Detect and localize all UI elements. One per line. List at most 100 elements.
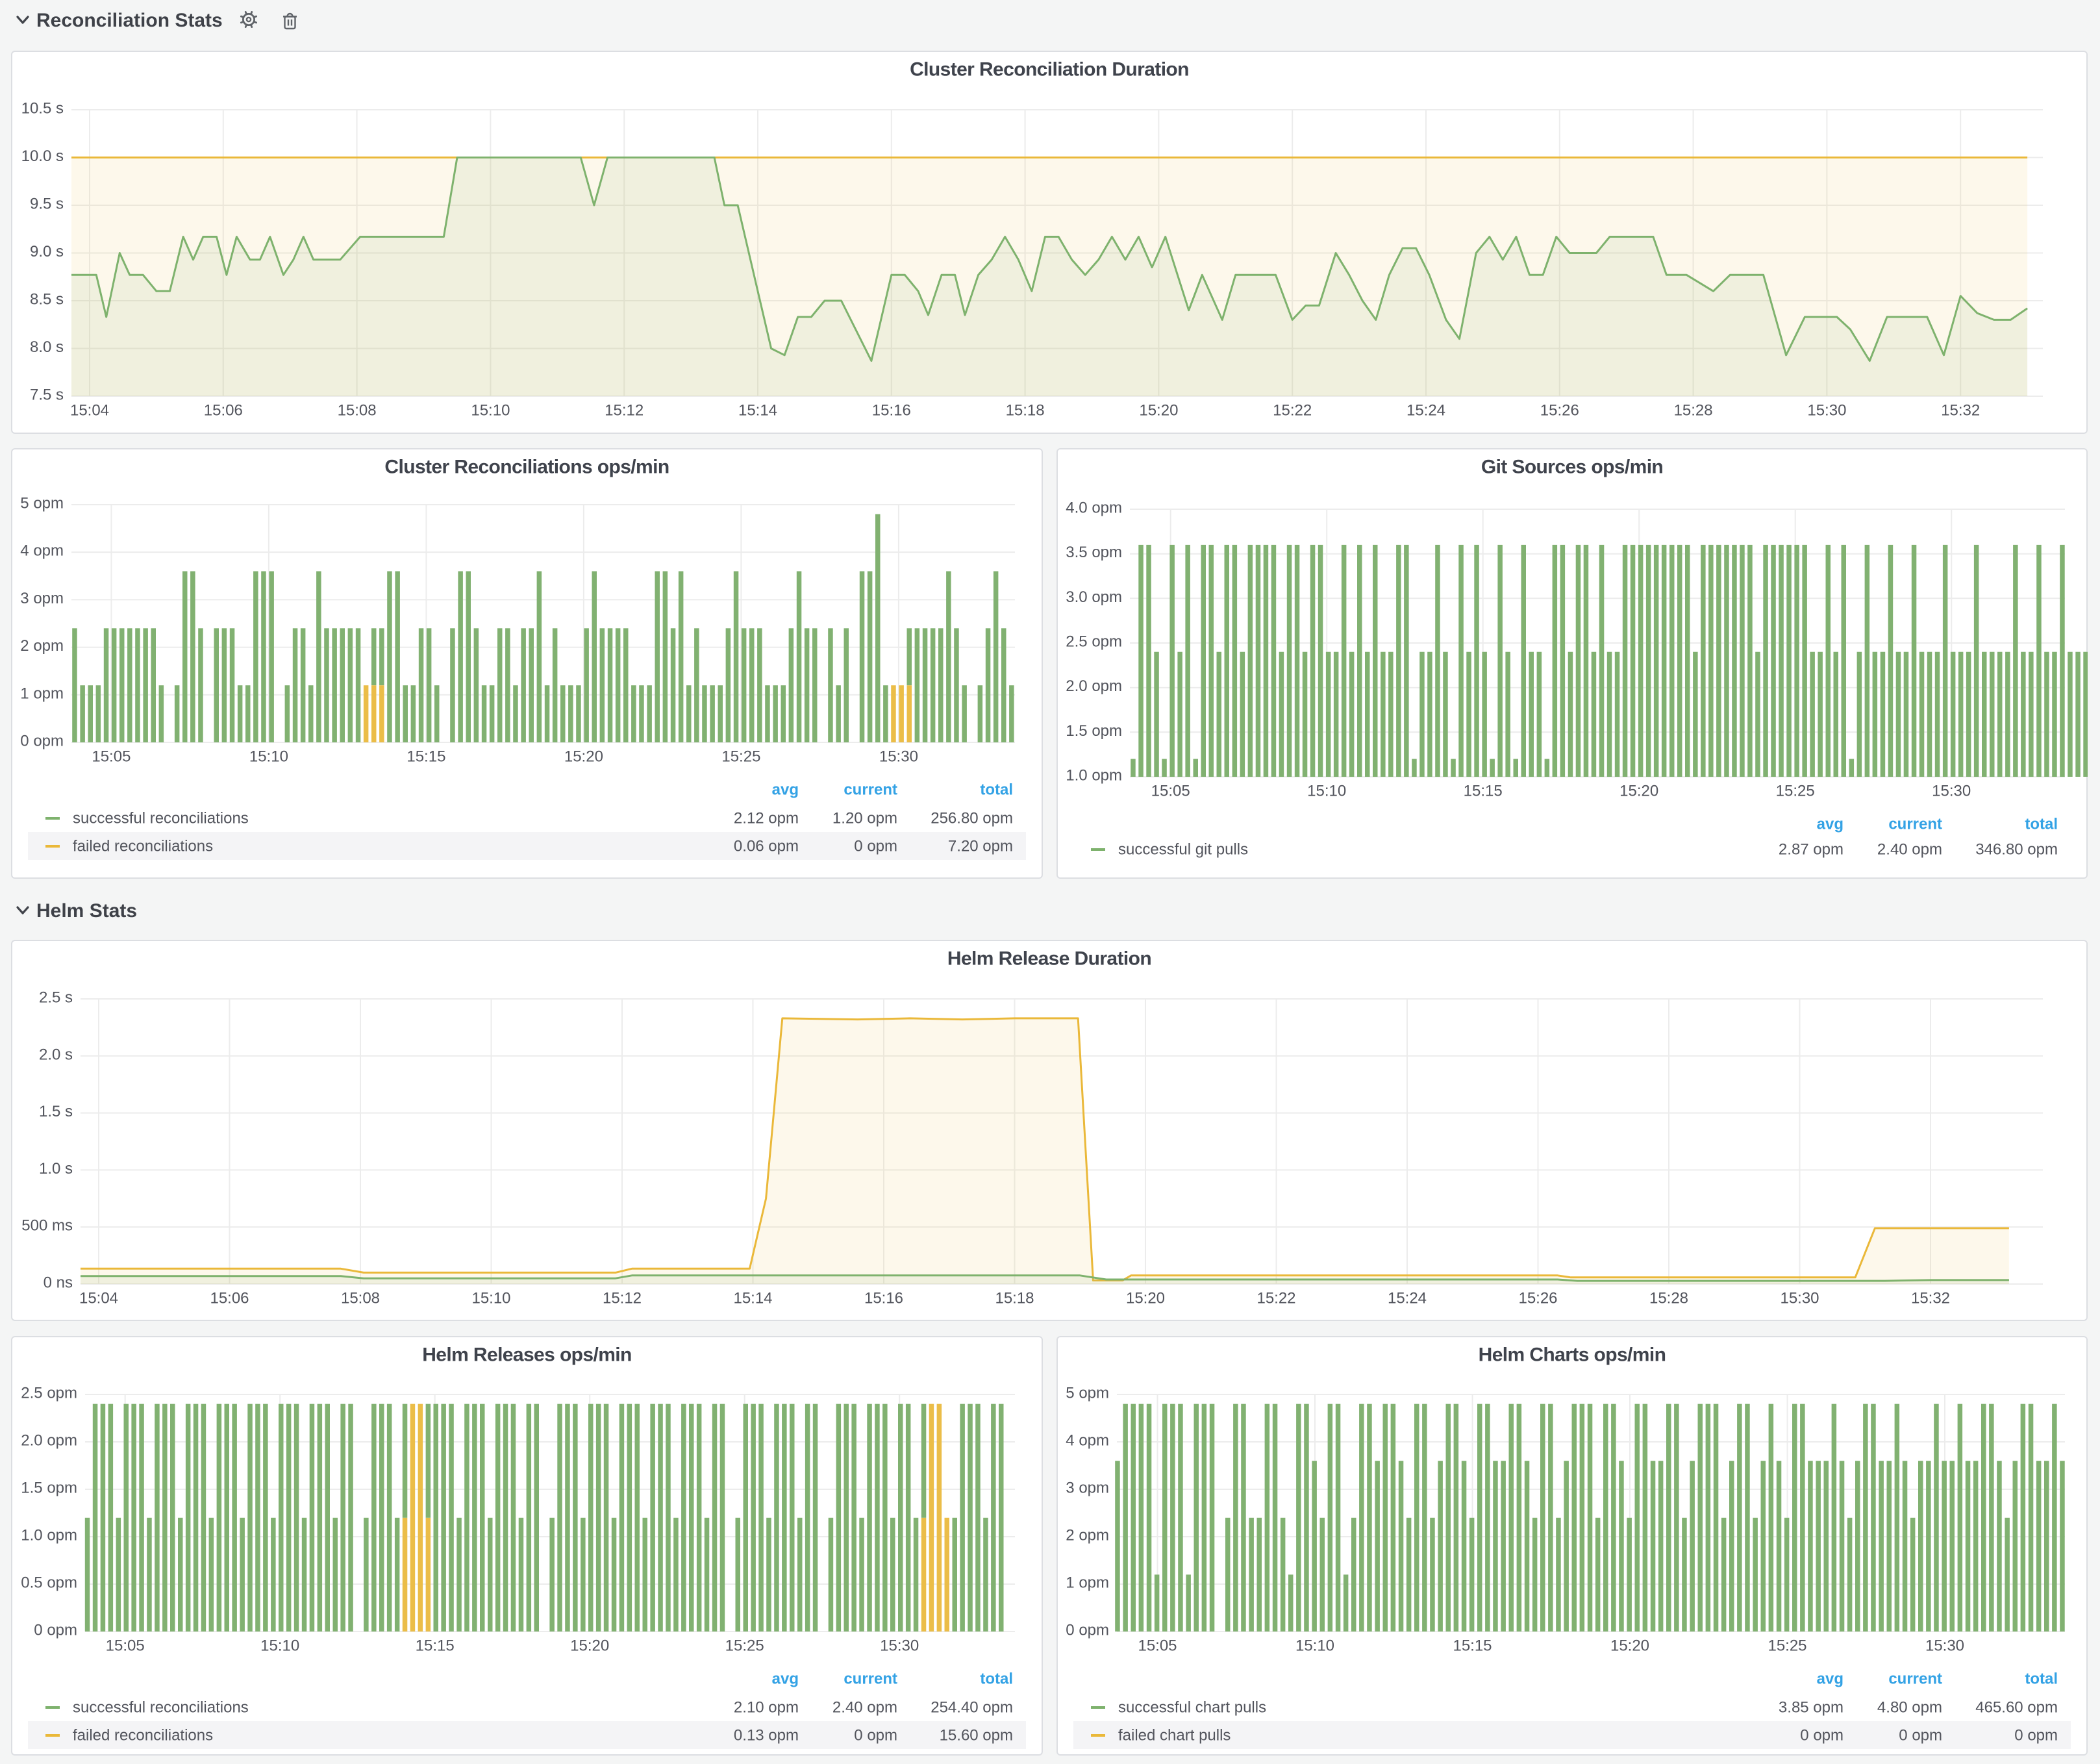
svg-text:15:05: 15:05 <box>92 748 131 766</box>
svg-text:256.80 opm: 256.80 opm <box>931 810 1013 827</box>
svg-text:avg: avg <box>772 1670 799 1688</box>
svg-text:total: total <box>980 1670 1013 1688</box>
svg-text:current: current <box>844 1670 897 1688</box>
svg-text:15:25: 15:25 <box>721 748 760 766</box>
svg-text:3 opm: 3 opm <box>20 590 64 607</box>
svg-text:15:10: 15:10 <box>471 1290 510 1307</box>
svg-text:15:12: 15:12 <box>603 1290 642 1307</box>
svg-text:Git Sources ops/min: Git Sources ops/min <box>1481 457 1663 478</box>
svg-text:15:24: 15:24 <box>1406 402 1445 420</box>
svg-text:15:05: 15:05 <box>106 1637 145 1655</box>
svg-text:15:10: 15:10 <box>260 1637 299 1655</box>
svg-text:15:06: 15:06 <box>204 402 243 420</box>
svg-text:15:15: 15:15 <box>406 748 445 766</box>
svg-text:346.80 opm: 346.80 opm <box>1975 841 2058 859</box>
svg-text:15:22: 15:22 <box>1273 402 1312 420</box>
svg-text:4.0 opm: 4.0 opm <box>1066 499 1122 517</box>
svg-text:2.5 s: 2.5 s <box>39 989 73 1007</box>
svg-text:15:32: 15:32 <box>1911 1290 1950 1307</box>
svg-text:current: current <box>1888 1670 1942 1688</box>
svg-text:15:04: 15:04 <box>79 1290 118 1307</box>
svg-text:Helm Releases ops/min: Helm Releases ops/min <box>422 1344 632 1366</box>
svg-text:Cluster Reconciliation Duratio: Cluster Reconciliation Duration <box>910 59 1189 81</box>
svg-text:total: total <box>2025 1670 2058 1688</box>
svg-text:15:08: 15:08 <box>338 402 377 420</box>
svg-text:1.5 opm: 1.5 opm <box>1066 722 1122 740</box>
svg-text:1.0 s: 1.0 s <box>39 1160 73 1178</box>
svg-text:254.40 opm: 254.40 opm <box>931 1699 1013 1717</box>
svg-text:0.5 opm: 0.5 opm <box>21 1574 77 1592</box>
svg-text:failed reconciliations: failed reconciliations <box>73 1727 213 1745</box>
svg-text:15:30: 15:30 <box>1780 1290 1819 1307</box>
svg-text:15:10: 15:10 <box>1307 783 1346 800</box>
svg-text:total: total <box>980 781 1013 799</box>
svg-text:0 opm: 0 opm <box>1066 1622 1109 1639</box>
svg-text:0 opm: 0 opm <box>34 1622 77 1639</box>
svg-text:15:15: 15:15 <box>416 1637 455 1655</box>
svg-text:3 opm: 3 opm <box>1066 1480 1109 1497</box>
svg-text:successful reconciliations: successful reconciliations <box>73 1699 249 1717</box>
svg-text:2.0 s: 2.0 s <box>39 1046 73 1063</box>
svg-text:2.40 opm: 2.40 opm <box>1877 841 1942 859</box>
svg-text:5 opm: 5 opm <box>1066 1385 1109 1402</box>
svg-text:2.12 opm: 2.12 opm <box>734 810 799 827</box>
svg-text:15:25: 15:25 <box>1776 783 1815 800</box>
svg-text:15:18: 15:18 <box>1006 402 1045 420</box>
svg-text:9.0 s: 9.0 s <box>30 243 64 260</box>
svg-text:0 opm: 0 opm <box>1899 1727 1942 1745</box>
svg-text:15:30: 15:30 <box>1932 783 1971 800</box>
svg-text:15:22: 15:22 <box>1256 1290 1295 1307</box>
svg-text:15:12: 15:12 <box>605 402 644 420</box>
svg-text:15:06: 15:06 <box>210 1290 249 1307</box>
svg-text:2.5 opm: 2.5 opm <box>1066 633 1122 651</box>
svg-text:15:08: 15:08 <box>341 1290 380 1307</box>
svg-text:15:05: 15:05 <box>1138 1637 1177 1655</box>
svg-text:1.5 s: 1.5 s <box>39 1103 73 1120</box>
svg-text:15:10: 15:10 <box>1295 1637 1334 1655</box>
svg-text:3.85 opm: 3.85 opm <box>1779 1699 1844 1717</box>
svg-text:15:30: 15:30 <box>880 1637 919 1655</box>
svg-text:15:32: 15:32 <box>1941 402 1980 420</box>
svg-text:successful chart pulls: successful chart pulls <box>1118 1699 1266 1717</box>
svg-text:1.5 opm: 1.5 opm <box>21 1480 77 1497</box>
svg-text:3.0 opm: 3.0 opm <box>1066 588 1122 606</box>
svg-text:avg: avg <box>772 781 799 799</box>
svg-text:2.40 opm: 2.40 opm <box>832 1699 897 1717</box>
svg-text:15:05: 15:05 <box>1151 783 1190 800</box>
svg-text:15:20: 15:20 <box>570 1637 609 1655</box>
svg-text:avg: avg <box>1817 1670 1844 1688</box>
svg-text:2 opm: 2 opm <box>20 637 64 655</box>
svg-text:0 opm: 0 opm <box>2014 1727 2058 1745</box>
svg-text:Cluster Reconciliations ops/mi: Cluster Reconciliations ops/min <box>384 457 669 478</box>
svg-text:500 ms: 500 ms <box>21 1217 73 1235</box>
svg-text:15.60 opm: 15.60 opm <box>940 1727 1013 1745</box>
svg-text:7.20 opm: 7.20 opm <box>948 838 1013 855</box>
svg-text:2.10 opm: 2.10 opm <box>734 1699 799 1717</box>
svg-text:failed chart pulls: failed chart pulls <box>1118 1727 1231 1745</box>
svg-text:4 opm: 4 opm <box>1066 1432 1109 1450</box>
svg-text:10.5 s: 10.5 s <box>21 100 64 118</box>
svg-text:15:20: 15:20 <box>1126 1290 1165 1307</box>
svg-text:15:28: 15:28 <box>1674 402 1713 420</box>
svg-text:15:25: 15:25 <box>725 1637 764 1655</box>
svg-text:2.5 opm: 2.5 opm <box>21 1385 77 1402</box>
svg-text:1.20 opm: 1.20 opm <box>832 810 897 827</box>
svg-text:2.87 opm: 2.87 opm <box>1779 841 1844 859</box>
svg-text:15:16: 15:16 <box>872 402 911 420</box>
svg-text:15:20: 15:20 <box>1610 1637 1649 1655</box>
svg-text:1.0 opm: 1.0 opm <box>1066 767 1122 785</box>
svg-text:15:14: 15:14 <box>738 402 777 420</box>
svg-text:15:16: 15:16 <box>864 1290 903 1307</box>
svg-text:current: current <box>1888 816 1942 833</box>
svg-text:2.0 opm: 2.0 opm <box>21 1432 77 1450</box>
svg-text:5 opm: 5 opm <box>20 495 64 512</box>
svg-text:15:24: 15:24 <box>1388 1290 1427 1307</box>
svg-text:0 opm: 0 opm <box>854 838 897 855</box>
svg-text:successful git pulls: successful git pulls <box>1118 841 1248 859</box>
svg-text:15:30: 15:30 <box>1807 402 1846 420</box>
svg-text:0 opm: 0 opm <box>20 733 64 750</box>
svg-text:10.0 s: 10.0 s <box>21 147 64 165</box>
svg-text:15:14: 15:14 <box>733 1290 772 1307</box>
svg-text:15:04: 15:04 <box>70 402 109 420</box>
svg-text:15:20: 15:20 <box>1619 783 1658 800</box>
